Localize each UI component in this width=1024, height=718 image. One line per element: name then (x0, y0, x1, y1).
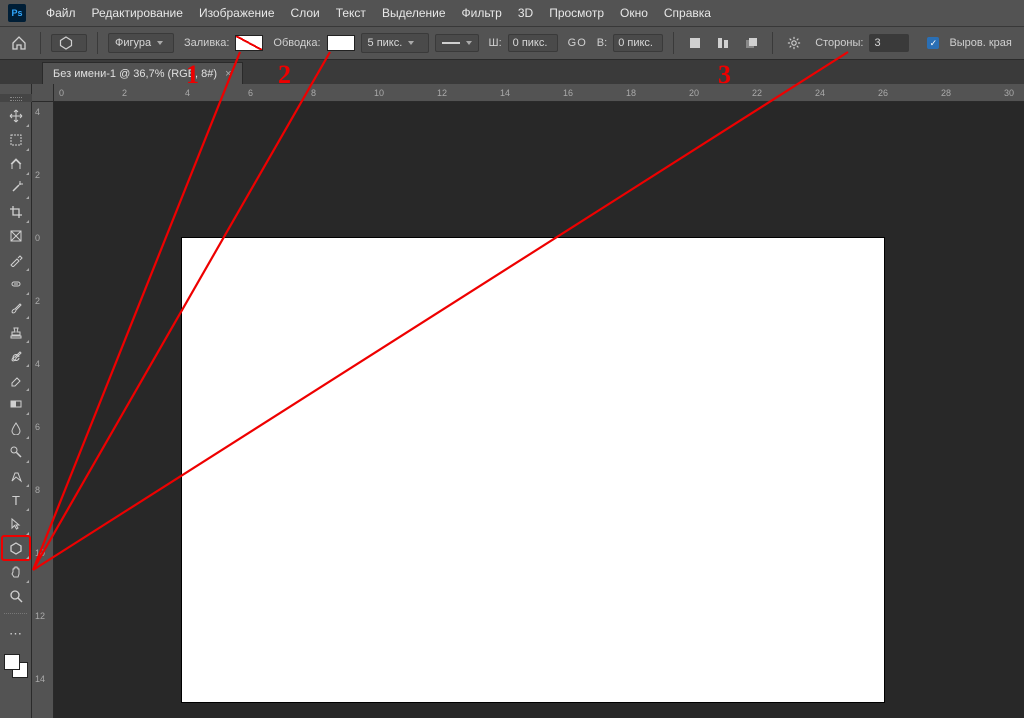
fill-label: Заливка: (184, 37, 229, 49)
home-icon[interactable] (8, 32, 30, 54)
height-field[interactable]: 0 пикс. (613, 34, 663, 52)
magic-wand-tool[interactable] (2, 176, 30, 200)
stroke-style-dropdown[interactable] (435, 34, 479, 52)
zoom-tool[interactable] (2, 584, 30, 608)
gradient-tool[interactable] (2, 392, 30, 416)
move-tool[interactable] (2, 104, 30, 128)
menu-text[interactable]: Текст (328, 2, 374, 24)
document-tab[interactable]: Без имени-1 @ 36,7% (RGB, 8#) × (42, 62, 243, 84)
hand-tool[interactable] (2, 560, 30, 584)
menu-help[interactable]: Справка (656, 2, 719, 24)
menu-edit[interactable]: Редактирование (84, 2, 191, 24)
eraser-tool[interactable] (2, 368, 30, 392)
ruler-origin[interactable] (32, 84, 54, 102)
frame-tool[interactable] (2, 224, 30, 248)
ruler-vertical[interactable]: 4202468101214 (32, 102, 54, 718)
eyedropper-tool[interactable] (2, 248, 30, 272)
menu-3d[interactable]: 3D (510, 2, 541, 24)
document-tab-title: Без имени-1 @ 36,7% (RGB, 8#) (53, 68, 217, 80)
blur-tool[interactable] (2, 416, 30, 440)
height-label: В: (597, 37, 607, 49)
menu-view[interactable]: Просмотр (541, 2, 612, 24)
menu-file[interactable]: Файл (38, 2, 84, 24)
path-align-icon[interactable] (712, 32, 734, 54)
align-edges-checkbox[interactable]: ✓ (927, 37, 939, 49)
stamp-tool[interactable] (2, 320, 30, 344)
svg-text:T: T (12, 493, 20, 507)
edit-toolbar-icon[interactable]: ⋯ (2, 622, 30, 646)
polygon-shape-tool[interactable] (2, 536, 30, 560)
brush-tool[interactable] (2, 296, 30, 320)
toolbox: T ⋯ (0, 84, 32, 718)
menu-filter[interactable]: Фильтр (454, 2, 510, 24)
foreground-color[interactable] (4, 654, 20, 670)
marquee-tool[interactable] (2, 128, 30, 152)
path-arrange-icon[interactable] (740, 32, 762, 54)
tool-preset-icon[interactable] (51, 34, 87, 52)
stroke-width-dropdown[interactable]: 5 пикс. (361, 33, 429, 53)
stroke-width-value: 5 пикс. (368, 37, 403, 49)
menu-image[interactable]: Изображение (191, 2, 283, 24)
path-select-tool[interactable] (2, 512, 30, 536)
gear-icon[interactable] (783, 32, 805, 54)
workspace: 024681012141618202224262830 420246810121… (32, 84, 1024, 718)
canvas-viewport[interactable] (54, 102, 1024, 718)
shape-mode-label: Фигура (115, 37, 151, 49)
menu-window[interactable]: Окно (612, 2, 656, 24)
document-tabs: Без имени-1 @ 36,7% (RGB, 8#) × (0, 60, 1024, 84)
ruler-horizontal[interactable]: 024681012141618202224262830 (54, 84, 1024, 102)
stroke-label: Обводка: (273, 37, 320, 49)
shape-mode-dropdown[interactable]: Фигура (108, 33, 174, 53)
menu-select[interactable]: Выделение (374, 2, 454, 24)
stroke-swatch[interactable] (327, 35, 355, 51)
crop-tool[interactable] (2, 200, 30, 224)
menubar: Ps Файл Редактирование Изображение Слои … (0, 0, 1024, 26)
sides-label: Стороны: (815, 37, 863, 49)
lasso-tool[interactable] (2, 152, 30, 176)
width-field[interactable]: 0 пикс. (508, 34, 558, 52)
stroke-line-preview (442, 42, 460, 44)
options-bar: Фигура Заливка: Обводка: 5 пикс. Ш: 0 пи… (0, 26, 1024, 60)
align-edges-label: Выров. края (949, 37, 1011, 49)
pen-tool[interactable] (2, 464, 30, 488)
close-icon[interactable]: × (225, 68, 231, 80)
healing-tool[interactable] (2, 272, 30, 296)
history-brush-tool[interactable] (2, 344, 30, 368)
canvas[interactable] (182, 238, 884, 702)
fill-swatch[interactable] (235, 35, 263, 51)
link-wh-icon[interactable]: GO (568, 37, 587, 49)
color-swatches[interactable] (4, 654, 28, 678)
app-logo[interactable]: Ps (8, 4, 26, 22)
sides-field[interactable]: 3 (869, 34, 909, 52)
width-label: Ш: (489, 37, 502, 49)
menu-layers[interactable]: Слои (283, 2, 328, 24)
toolbox-grip[interactable] (0, 94, 32, 102)
dodge-tool[interactable] (2, 440, 30, 464)
path-operations-icon[interactable] (684, 32, 706, 54)
type-tool[interactable]: T (2, 488, 30, 512)
